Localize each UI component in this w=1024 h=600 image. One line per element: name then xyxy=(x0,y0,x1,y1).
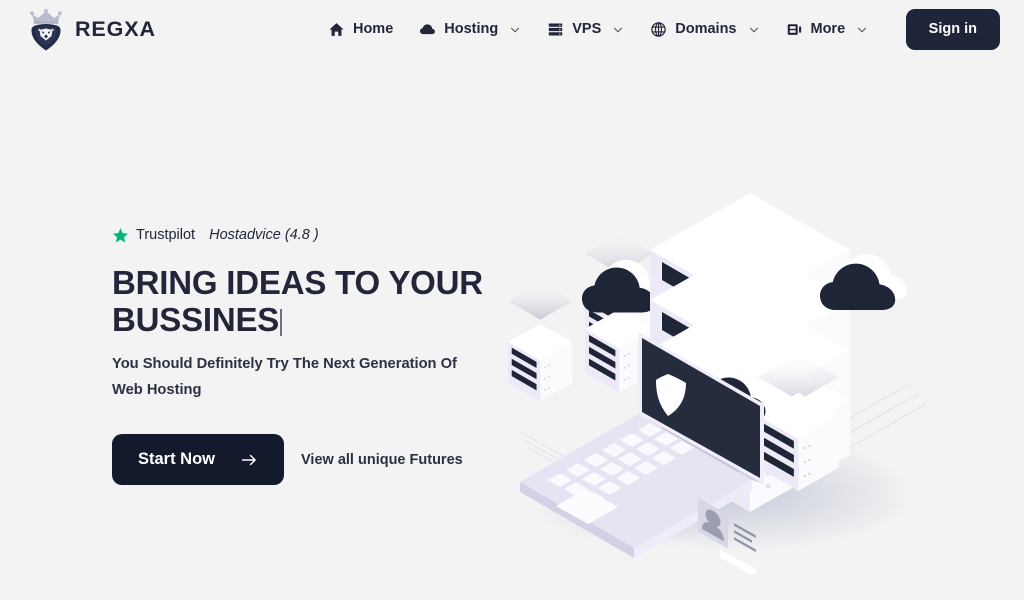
star-icon xyxy=(112,228,129,243)
sign-in-button[interactable]: Sign in xyxy=(905,9,1000,50)
text-caret xyxy=(280,308,283,336)
rating-row: Trustpilot Hostadvice (4.8 ) xyxy=(112,227,512,244)
hero-title-line2: BUSSINES xyxy=(112,300,280,338)
start-now-label: Start Now xyxy=(138,450,216,469)
chevron-down-icon xyxy=(511,27,520,32)
arrow-right-icon xyxy=(241,454,256,465)
nav-item-home[interactable]: Home xyxy=(328,21,393,38)
nav-item-domains[interactable]: Domains xyxy=(650,21,759,38)
hero-illustration xyxy=(490,194,950,574)
nav-item-hosting[interactable]: Hosting xyxy=(419,21,521,38)
view-all-features-link[interactable]: View all unique Futures xyxy=(301,452,463,468)
page-title: BRING IDEAS TO YOUR BUSSINES xyxy=(112,264,512,339)
start-now-button[interactable]: Start Now xyxy=(112,434,285,485)
nav-item-more[interactable]: More xyxy=(786,21,869,38)
page-root: REGXA Home Hosting VPS Domains More Sign… xyxy=(0,0,1024,600)
hero-copy: Trustpilot Hostadvice (4.8 ) BRING IDEAS… xyxy=(112,227,512,485)
chevron-down-icon xyxy=(749,27,758,32)
hero-section: Trustpilot Hostadvice (4.8 ) BRING IDEAS… xyxy=(0,59,1024,600)
site-header: REGXA Home Hosting VPS Domains More Sign… xyxy=(0,0,1024,59)
nav-item-vps[interactable]: VPS xyxy=(547,21,624,38)
server-icon xyxy=(549,23,563,36)
nav-label-domains: Domains xyxy=(675,21,737,38)
rating-brand-label: Trustpilot xyxy=(136,227,196,244)
chevron-down-icon xyxy=(858,27,867,32)
hero-actions: Start Now View all unique Futures xyxy=(112,434,512,485)
nav-label-home: Home xyxy=(352,21,394,38)
home-icon xyxy=(329,23,344,36)
isometric-servers-laptop-clouds-icon xyxy=(508,194,927,574)
cloud-icon xyxy=(420,24,436,35)
globe-icon xyxy=(651,22,666,37)
chevron-down-icon xyxy=(614,27,623,32)
nav-label-hosting: Hosting xyxy=(444,21,499,38)
brand-name: REGXA xyxy=(75,16,156,41)
nav-label-more: More xyxy=(810,21,846,38)
main-navigation: Home Hosting VPS Domains More xyxy=(328,21,868,38)
nav-label-vps: VPS xyxy=(572,21,602,38)
brand-logo[interactable]: REGXA xyxy=(26,8,156,51)
hero-subtitle: You Should Definitely Try The Next Gener… xyxy=(112,355,457,398)
lion-crown-icon xyxy=(30,8,62,50)
layout-icon xyxy=(787,24,801,35)
rating-score-label: Hostadvice (4.8 ) xyxy=(209,227,319,244)
hero-title-line1: BRING IDEAS TO YOUR xyxy=(112,264,483,301)
